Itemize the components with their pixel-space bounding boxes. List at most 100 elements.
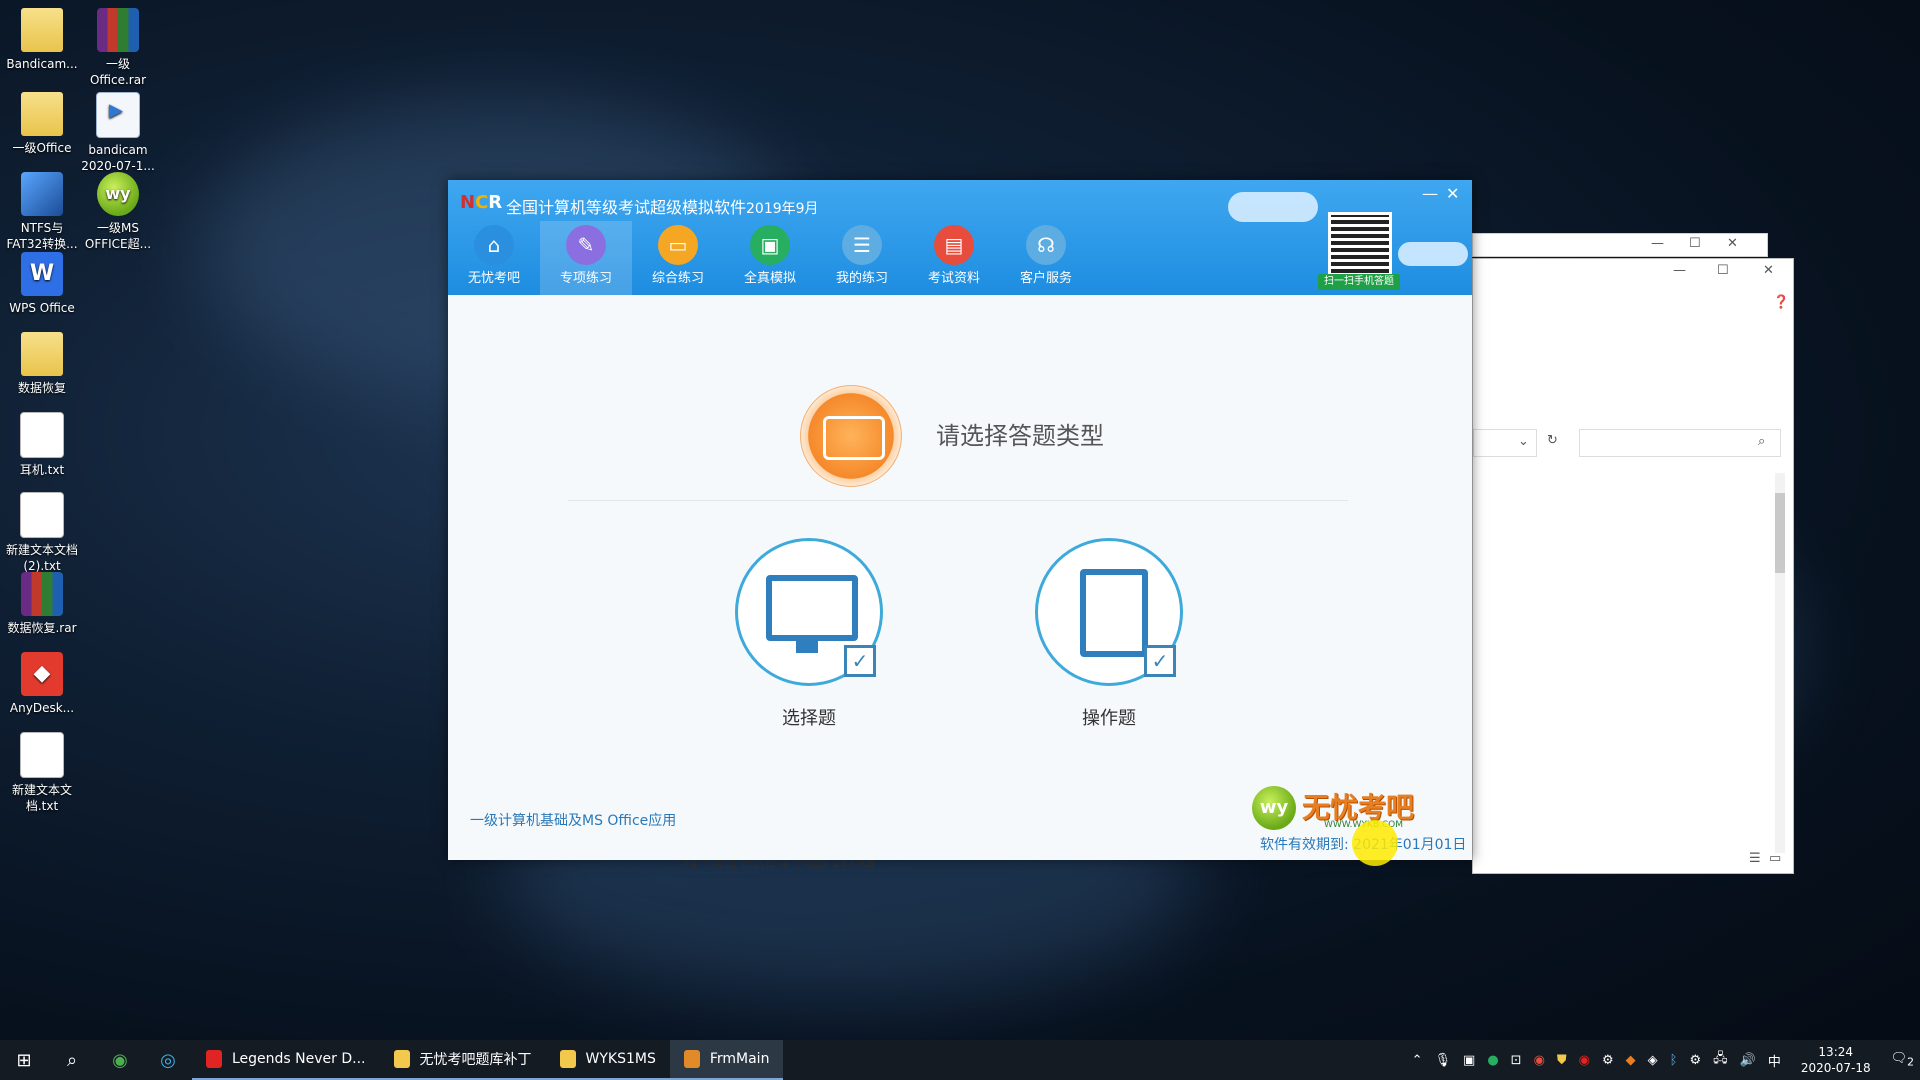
app-tray-icon[interactable]: ⊡	[1511, 1053, 1522, 1068]
anydesk-icon: ◆	[21, 652, 63, 696]
edge-icon[interactable]: ◎	[144, 1040, 192, 1080]
folder-icon	[21, 332, 63, 376]
scrollbar[interactable]	[1775, 473, 1785, 853]
desktop-icon[interactable]: 一级Office	[0, 92, 84, 156]
taskbar-app[interactable]: FrmMain	[669, 1040, 784, 1080]
notification-icon[interactable]: 🗨2	[1891, 1051, 1914, 1069]
qr-code[interactable]	[1328, 212, 1392, 276]
close-icon[interactable]: ✕	[1763, 263, 1774, 278]
desktop-icon-label: 一级 Office.rar	[89, 57, 147, 87]
desktop-icon[interactable]: 一级 Office.rar	[76, 8, 160, 88]
folder-icon	[21, 92, 63, 136]
choice-operation[interactable]: ✓ 操作题	[1034, 538, 1184, 730]
mic-icon[interactable]: 🎙	[1435, 1053, 1452, 1068]
taskbar-app[interactable]: 无忧考吧题库补丁	[379, 1040, 546, 1080]
desktop-icon-label: AnyDesk...	[9, 701, 75, 715]
divider	[568, 500, 1348, 501]
nav-item-label: 无忧考吧	[467, 271, 520, 286]
minimize-icon[interactable]: —	[1422, 184, 1438, 203]
nav-item-1[interactable]: ✎ 专项练习	[540, 221, 632, 295]
desktop-icon-label: 新建文本文档 (2).txt	[5, 543, 78, 573]
network-icon[interactable]: 🖧	[1713, 1049, 1728, 1071]
chevron-down-icon[interactable]: ⌄	[1518, 434, 1529, 449]
desktop-icon[interactable]: 新建文本文 档.txt	[0, 732, 84, 814]
refresh-icon[interactable]: ↻	[1547, 433, 1558, 448]
explorer-window-back[interactable]: — ☐ ✕	[1472, 233, 1768, 257]
nav-item-3[interactable]: ▣ 全真模拟	[724, 221, 816, 295]
nav-item-label: 专项练习	[559, 271, 612, 286]
cloud-decoration	[1228, 192, 1318, 222]
tiles-view-icon[interactable]: ▭	[1769, 851, 1781, 866]
settings-icon[interactable]: ⚙	[1689, 1053, 1701, 1068]
pencil-icon: ✎	[566, 225, 606, 265]
app-tray-icon[interactable]: ◉	[1579, 1053, 1590, 1068]
desktop-icon[interactable]: wy 一级MS OFFICE超...	[76, 172, 160, 252]
desktop-icon[interactable]: 数据恢复.rar	[0, 572, 84, 636]
document-edit-icon[interactable]: ✓	[1035, 538, 1183, 686]
steam-icon[interactable]: ⚙	[1602, 1053, 1614, 1068]
maximize-icon[interactable]: ☐	[1689, 236, 1701, 251]
record-icon[interactable]: ◉	[1534, 1053, 1545, 1068]
taskbar-app[interactable]: WYKS1MS	[545, 1040, 670, 1080]
nav-item-label: 考试资料	[927, 271, 980, 286]
minimize-icon[interactable]: —	[1673, 263, 1686, 278]
wps-icon: W	[21, 252, 63, 296]
close-icon[interactable]: ✕	[1446, 184, 1459, 203]
desktop-icon-label: Bandicam...	[6, 57, 78, 71]
desktop-icon[interactable]: ◆ AnyDesk...	[0, 652, 84, 716]
taskbar: ⊞ ⌕ ◉ ◎ Legends Never D... 无忧考吧题库补丁 WYKS1M…	[0, 1040, 1920, 1080]
app-icon	[683, 1050, 700, 1068]
app-title: 全国计算机等级考试超级模拟软件2019年9月	[506, 198, 819, 217]
app-tray-icon[interactable]: ●	[1487, 1053, 1498, 1068]
scrollbar-thumb[interactable]	[1775, 493, 1785, 573]
desktop-icon-label: 新建文本文 档.txt	[11, 783, 72, 813]
rar-icon	[97, 8, 139, 52]
bluetooth-icon[interactable]: ᛒ	[1670, 1053, 1678, 1068]
windows-start-icon[interactable]: ⊞	[0, 1040, 48, 1080]
ime-indicator[interactable]: 中	[1768, 1051, 1781, 1070]
nav-item-label: 全真模拟	[743, 271, 796, 286]
address-bar[interactable]: ⌄	[1473, 429, 1537, 457]
video-file-icon	[96, 92, 140, 138]
nav-item-4[interactable]: ☰ 我的练习	[816, 221, 908, 295]
subject-link[interactable]: 一级计算机基础及MS Office应用	[470, 810, 676, 830]
desktop-icon[interactable]: NTFS与 FAT32转换...	[0, 172, 84, 252]
headset-icon: ☊	[1026, 225, 1066, 265]
shield-icon[interactable]: ⛊	[1557, 1053, 1567, 1068]
desktop-icon[interactable]: W WPS Office	[0, 252, 84, 316]
maximize-icon[interactable]: ☐	[1717, 263, 1729, 278]
minimize-icon[interactable]: —	[1651, 236, 1664, 251]
desktop-icon[interactable]: bandicam 2020-07-1...	[76, 92, 160, 174]
search-input[interactable]: ⌕	[1579, 429, 1781, 457]
help-icon[interactable]: ❓	[1773, 295, 1789, 310]
text-file-icon	[20, 732, 64, 778]
app-tray-icon[interactable]: ▣	[1463, 1053, 1475, 1068]
choice-multiple-choice[interactable]: ✓ 选择题	[734, 538, 884, 730]
taskbar-app[interactable]: Legends Never D...	[192, 1040, 380, 1080]
desktop-icon[interactable]: 耳机.txt	[0, 412, 84, 478]
computer-check-icon[interactable]: ✓	[735, 538, 883, 686]
search-icon[interactable]: ⌕	[48, 1040, 96, 1080]
nav-item-0[interactable]: ⌂ 无忧考吧	[448, 221, 540, 295]
close-icon[interactable]: ✕	[1727, 236, 1738, 251]
desktop-icon[interactable]: 新建文本文档 (2).txt	[0, 492, 84, 574]
desktop-icon[interactable]: Bandicam...	[0, 8, 84, 72]
rar-icon	[21, 572, 63, 616]
nav-item-6[interactable]: ☊ 客户服务	[1000, 221, 1092, 295]
volume-icon[interactable]: 🔊	[1740, 1053, 1756, 1068]
app-window[interactable]: NCR 全国计算机等级考试超级模拟软件2019年9月 扫一扫手机答题 — ✕ ⌂…	[448, 180, 1472, 860]
browser-icon[interactable]: ◉	[96, 1040, 144, 1080]
taskbar-apps: Legends Never D... 无忧考吧题库补丁 WYKS1MS FrmMain	[192, 1040, 784, 1080]
clock[interactable]: 13:24 2020-07-18	[1801, 1044, 1871, 1076]
nav-item-5[interactable]: ▤ 考试资料	[908, 221, 1000, 295]
app-tray-icon[interactable]: ◆	[1626, 1053, 1636, 1068]
nav-item-2[interactable]: ▭ 综合练习	[632, 221, 724, 295]
explorer-window[interactable]: — ☐ ✕ ❓ ⌄ ↻ ⌕ ☰ ▭	[1472, 258, 1794, 874]
chevron-up-icon[interactable]: ⌃	[1412, 1053, 1423, 1068]
details-view-icon[interactable]: ☰	[1749, 851, 1761, 866]
app-tray-icon[interactable]: ◈	[1648, 1053, 1658, 1068]
desktop-icon-label: 数据恢复	[17, 381, 66, 395]
desktop-icon[interactable]: 数据恢复	[0, 332, 84, 396]
search-icon[interactable]: ⌕	[1758, 434, 1765, 449]
app-header: NCR 全国计算机等级考试超级模拟软件2019年9月 扫一扫手机答题 — ✕ ⌂…	[448, 180, 1472, 295]
